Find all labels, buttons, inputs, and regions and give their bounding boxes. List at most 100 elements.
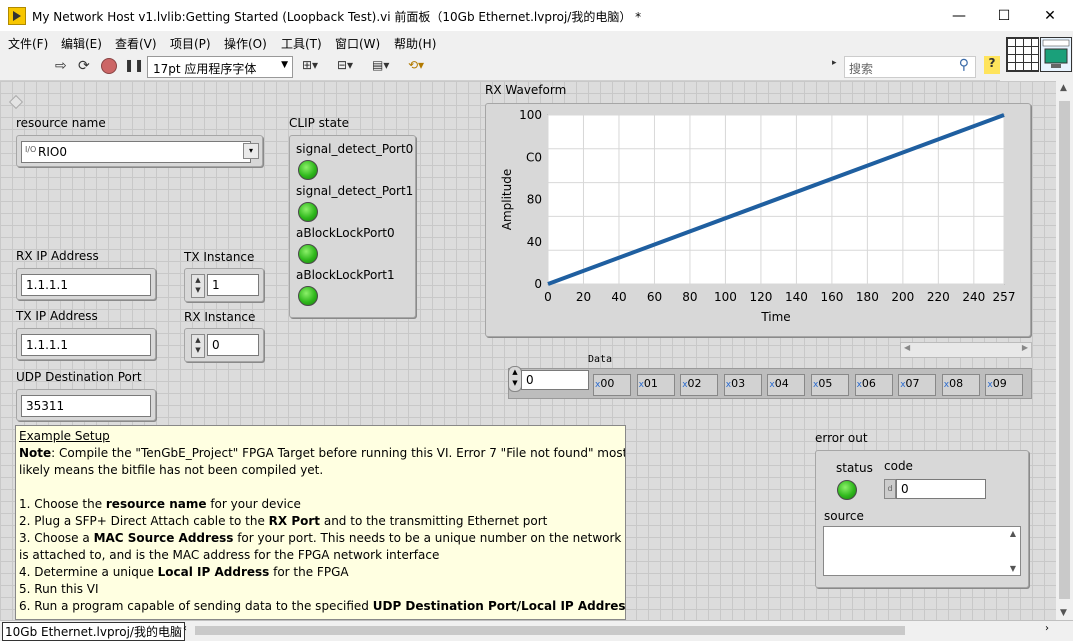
tx-ip-field[interactable]: 1.1.1.1 (21, 334, 151, 356)
example-setup-note: Example Setup Note: Compile the "TenGbE_… (15, 425, 626, 620)
x-tick-label: 200 (891, 290, 914, 304)
x-tick-label: 240 (962, 290, 985, 304)
data-array-value: 02 (687, 377, 702, 390)
resource-name-label: resource name (16, 116, 106, 130)
data-array-element[interactable]: x06 (854, 374, 893, 396)
data-array-value: 05 (818, 377, 833, 390)
x-tick-label: 60 (647, 290, 662, 304)
x-tick-label: 180 (856, 290, 879, 304)
close-button[interactable]: ✕ (1027, 0, 1073, 31)
search-placeholder: 搜索 (849, 62, 874, 76)
labview-app-icon (8, 7, 26, 25)
menu-window[interactable]: 窗口(W) (335, 35, 380, 52)
step1: 1. Choose the resource name for your dev… (19, 497, 301, 511)
graph-scrollbar[interactable]: ◀ ▶ (900, 342, 1032, 358)
rx-instance-label: RX Instance (184, 310, 256, 324)
resource-name-value: RIO0 (38, 145, 67, 159)
data-array-element[interactable]: x04 (767, 374, 806, 396)
status-bar: 10Gb Ethernet.lvproj/我的电脑 ‹ › (0, 620, 1073, 641)
data-array-element[interactable]: x02 (680, 374, 719, 396)
menu-tools[interactable]: 工具(T) (281, 35, 322, 52)
y-tick-label: C0 (526, 150, 542, 164)
step3-cont: is attached to, and is the MAC address f… (19, 548, 440, 562)
context-help-icon[interactable]: ? (984, 56, 1000, 74)
x-tick-label: 0 (544, 290, 552, 304)
data-array-value: 09 (992, 377, 1007, 390)
note-heading: Example Setup (19, 429, 110, 443)
menu-file[interactable]: 文件(F) (8, 35, 48, 52)
x-tick-label: 100 (714, 290, 737, 304)
connector-pane-icon[interactable] (1006, 37, 1039, 72)
data-array-element[interactable]: x07 (898, 374, 937, 396)
data-array-value: 00 (600, 377, 615, 390)
data-array-value: 07 (905, 377, 920, 390)
waveform-plot[interactable]: 0 20 40 60 80 100 120 140 160 180 200 220 240 257 100 C… (486, 104, 1030, 336)
rx-instance-field[interactable]: 0 (207, 334, 259, 356)
distribute-objects-icon[interactable]: ⊟▾ (337, 58, 353, 74)
resource-dropdown-icon[interactable]: ▾ (243, 143, 259, 159)
data-array-value: 03 (731, 377, 746, 390)
pause-icon[interactable]: ❚❚ (124, 58, 144, 74)
run-arrow-icon[interactable]: ⇨ (55, 58, 67, 74)
status-led (837, 480, 857, 500)
vertical-scrollbar[interactable]: ▲ ▼ (1056, 81, 1073, 620)
toolbar: ⇨ ⟳ ❚❚ 17pt 应用程序字体 ▼ ⊞▾ ⊟▾ ▤▾ ⟲▾ ▸ 搜索 ⚲ … (0, 53, 1000, 81)
y-axis-label: Amplitude (500, 169, 514, 231)
source-scroll-up-icon[interactable]: ▲ (1010, 529, 1016, 538)
font-select-value: 17pt 应用程序字体 (153, 62, 257, 76)
source-scroll-down-icon[interactable]: ▼ (1010, 564, 1016, 573)
menu-view[interactable]: 查看(V) (115, 35, 157, 52)
maximize-button[interactable]: ☐ (981, 0, 1027, 31)
rx-ip-label: RX IP Address (16, 249, 99, 263)
horizontal-scrollbar[interactable] (195, 626, 905, 635)
align-objects-icon[interactable]: ⊞▾ (302, 58, 318, 74)
data-array-element[interactable]: x09 (985, 374, 1024, 396)
menu-project[interactable]: 项目(P) (170, 35, 211, 52)
menu-operate[interactable]: 操作(O) (224, 35, 267, 52)
hscroll-left-icon[interactable]: ‹ (183, 623, 187, 634)
x-tick-label: 40 (611, 290, 626, 304)
x-tick-label: 160 (820, 290, 843, 304)
vi-example-icon[interactable] (1040, 37, 1072, 72)
data-array-element[interactable]: x03 (723, 374, 762, 396)
menu-help[interactable]: 帮助(H) (394, 35, 436, 52)
menu-edit[interactable]: 编辑(E) (61, 35, 102, 52)
resource-name-field[interactable]: I/O RIO0 (21, 141, 251, 163)
data-array-element[interactable]: x08 (941, 374, 980, 396)
code-radix-icon: d (884, 479, 896, 499)
data-array-element[interactable]: x00 (593, 374, 631, 396)
font-select[interactable]: 17pt 应用程序字体 ▼ (147, 56, 293, 78)
array-index-spinner[interactable]: ▲ ▼ (508, 366, 522, 392)
abort-icon[interactable] (101, 58, 117, 74)
data-array-element[interactable]: x01 (636, 374, 675, 396)
expand-toolbar-icon[interactable]: ▸ (832, 58, 837, 74)
minimize-button[interactable]: — (936, 0, 982, 31)
array-index-field[interactable]: 0 (521, 370, 589, 390)
reorder-icon[interactable]: ⟲▾ (408, 58, 424, 74)
signal-detect-port1-label: signal_detect_Port1 (296, 184, 414, 198)
window-title: My Network Host v1.lvlib:Getting Started… (32, 10, 642, 24)
tx-instance-field[interactable]: 1 (207, 274, 259, 296)
scroll-thumb[interactable] (1059, 101, 1070, 599)
resize-objects-icon[interactable]: ▤▾ (372, 58, 389, 74)
rx-ip-field[interactable]: 1.1.1.1 (21, 274, 151, 296)
data-array-element[interactable]: x05 (811, 374, 849, 396)
x-tick-label: 257 (993, 290, 1016, 304)
tx-instance-label: TX Instance (184, 250, 255, 264)
search-field[interactable]: 搜索 ⚲ (844, 56, 976, 78)
ablocklock-port0-label: aBlockLockPort0 (296, 226, 395, 240)
udp-port-field[interactable]: 35311 (21, 395, 151, 417)
waveform-graph: 0 20 40 60 80 100 120 140 160 180 200 220 240 257 100 C… (485, 103, 1031, 337)
scroll-down-icon[interactable]: ▼ (1060, 608, 1067, 618)
run-continuously-icon[interactable]: ⟳ (78, 58, 90, 74)
x-tick-label: 80 (682, 290, 697, 304)
ablocklock-port1-label: aBlockLockPort1 (296, 268, 395, 282)
ablocklock-port1-led (298, 286, 318, 306)
tx-instance-spinner[interactable]: ▲ ▼ (191, 274, 205, 298)
x-tick-label: 220 (927, 290, 950, 304)
scroll-up-icon[interactable]: ▲ (1060, 83, 1067, 93)
step6: 6. Run a program capable of sending data… (19, 599, 626, 613)
status-label: status (836, 461, 873, 475)
hscroll-right-icon[interactable]: › (1045, 623, 1049, 634)
rx-instance-spinner[interactable]: ▲ ▼ (191, 334, 205, 358)
